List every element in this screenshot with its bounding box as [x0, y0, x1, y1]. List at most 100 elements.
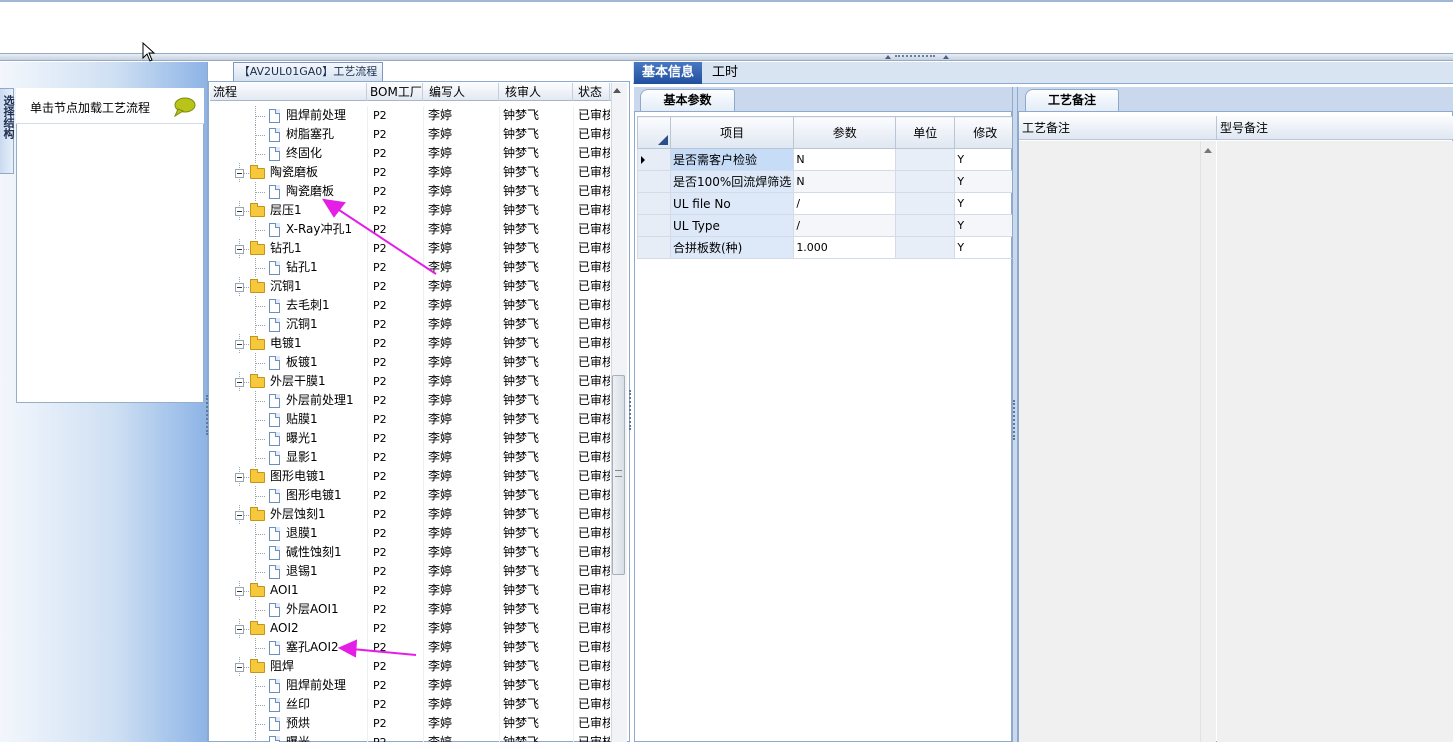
params-row[interactable]: 是否需客户检验 N Y: [637, 148, 1017, 171]
tree-step-row[interactable]: 钻孔1 P2 李婷 钟梦飞 已审核: [210, 258, 610, 277]
tree-step-row[interactable]: 阻焊前处理 P2 李婷 钟梦飞 已审核: [210, 676, 610, 695]
tree-step-row[interactable]: 陶瓷磨板 P2 李婷 钟梦飞 已审核: [210, 182, 610, 201]
tree-step-row[interactable]: 外层AOI1 P2 李婷 钟梦飞 已审核: [210, 600, 610, 619]
param-value-cell[interactable]: N: [793, 148, 897, 171]
tree-step-row[interactable]: 贴膜1 P2 李婷 钟梦飞 已审核: [210, 410, 610, 429]
scroll-up-icon[interactable]: [1204, 148, 1212, 153]
tab-basic-params[interactable]: 基本参数: [640, 89, 735, 111]
scroll-up-icon[interactable]: [613, 88, 621, 93]
param-unit-cell[interactable]: [895, 192, 956, 215]
mid-splitter-grip-icon[interactable]: [629, 390, 632, 430]
tree-step-row[interactable]: 丝印 P2 李婷 钟梦飞 已审核: [210, 695, 610, 714]
splitter-arrow-icon[interactable]: [943, 55, 949, 59]
collapse-toggle-icon[interactable]: [235, 245, 244, 254]
column-header-reviewer[interactable]: 核审人: [499, 83, 573, 101]
notes-splitter-grip-icon[interactable]: [1013, 400, 1016, 440]
splitter-grip-icon[interactable]: [895, 55, 935, 58]
params-rows[interactable]: 是否需客户检验 N Y 是否100%回流焊筛选 N Y UL file No / Y UL Typ…: [637, 148, 1017, 259]
tree-step-row[interactable]: 碱性蚀刻1 P2 李婷 钟梦飞 已审核: [210, 543, 610, 562]
param-modify-cell[interactable]: Y: [954, 148, 1017, 171]
tree-step-row[interactable]: 图形电镀1 P2 李婷 钟梦飞 已审核: [210, 486, 610, 505]
collapse-toggle-icon[interactable]: [235, 340, 244, 349]
row-header[interactable]: [637, 214, 671, 237]
tree-step-row[interactable]: 显影1 P2 李婷 钟梦飞 已审核: [210, 448, 610, 467]
params-grid[interactable]: 项目 参数 单位 修改 是否需客户检验 N Y 是否100%回流焊筛选 N Y UL fil…: [637, 116, 1017, 259]
collapse-toggle-icon[interactable]: [235, 169, 244, 178]
row-header[interactable]: [637, 148, 671, 171]
tree-step-row[interactable]: 板镀1 P2 李婷 钟梦飞 已审核: [210, 353, 610, 372]
grid-corner[interactable]: [637, 116, 671, 149]
column-header-modify[interactable]: 修改: [954, 116, 1017, 149]
tree-step-row[interactable]: 曝光1 P2 李婷 钟梦飞 已审核: [210, 429, 610, 448]
param-unit-cell[interactable]: [895, 170, 956, 193]
column-header-model-notes[interactable]: 型号备注: [1217, 116, 1453, 140]
collapse-toggle-icon[interactable]: [235, 378, 244, 387]
tree-step-row[interactable]: 曝光 P2 李婷 钟梦飞 已审核: [210, 733, 610, 742]
splitter-arrow-icon[interactable]: [885, 55, 891, 59]
tree-step-row[interactable]: X-Ray冲孔1 P2 李婷 钟梦飞 已审核: [210, 220, 610, 239]
tree-group-row[interactable]: 阻焊 P2 李婷 钟梦飞 已审核: [210, 657, 610, 676]
row-header[interactable]: [637, 236, 671, 259]
param-unit-cell[interactable]: [895, 236, 956, 259]
row-header[interactable]: [637, 192, 671, 215]
process-tree[interactable]: 阻焊前处理 P2 李婷 钟梦飞 已审核 树脂塞孔 P2 李婷 钟梦飞 已审核 终固化 P2 李婷 钟梦飞已…: [210, 103, 610, 742]
tree-step-row[interactable]: 退膜1 P2 李婷 钟梦飞 已审核: [210, 524, 610, 543]
row-header[interactable]: [637, 170, 671, 193]
column-header-bom-factory[interactable]: BOM工厂: [367, 83, 423, 101]
tree-step-row[interactable]: 沉铜1 P2 李婷 钟梦飞 已审核: [210, 315, 610, 334]
process-notes-field[interactable]: [1019, 141, 1216, 742]
tree-step-row[interactable]: 塞孔AOI2 P2 李婷 钟梦飞 已审核: [210, 638, 610, 657]
param-unit-cell[interactable]: [895, 214, 956, 237]
param-value-cell[interactable]: N: [793, 170, 897, 193]
column-header-param[interactable]: 参数: [793, 116, 897, 149]
tree-step-row[interactable]: 去毛刺1 P2 李婷 钟梦飞 已审核: [210, 296, 610, 315]
params-row[interactable]: UL file No / Y: [637, 192, 1017, 215]
tab-basic-info[interactable]: 基本信息: [634, 62, 703, 84]
tab-process-notes[interactable]: 工艺备注: [1025, 89, 1119, 111]
param-modify-cell[interactable]: Y: [954, 236, 1017, 259]
collapse-toggle-icon[interactable]: [235, 587, 244, 596]
collapse-toggle-icon[interactable]: [235, 473, 244, 482]
collapse-toggle-icon[interactable]: [235, 511, 244, 520]
param-value-cell[interactable]: 1.000: [793, 236, 897, 259]
tree-group-row[interactable]: 陶瓷磨板 P2 李婷 钟梦飞 已审核: [210, 163, 610, 182]
params-row[interactable]: 合拼板数(种) 1.000 Y: [637, 236, 1017, 259]
tree-group-row[interactable]: 外层蚀刻1 P2 李婷 钟梦飞 已审核: [210, 505, 610, 524]
tree-group-row[interactable]: 钻孔1 P2 李婷 钟梦飞 已审核: [210, 239, 610, 258]
tree-step-row[interactable]: 终固化 P2 李婷 钟梦飞 已审核: [210, 144, 610, 163]
model-notes-field[interactable]: [1217, 141, 1453, 742]
param-modify-cell[interactable]: Y: [954, 214, 1017, 237]
tree-step-row[interactable]: 预烘 P2 李婷 钟梦飞 已审核: [210, 714, 610, 733]
column-header-status[interactable]: 状态: [573, 83, 610, 101]
tree-group-row[interactable]: 电镀1 P2 李婷 钟梦飞 已审核: [210, 334, 610, 353]
tree-group-row[interactable]: AOI2 P2 李婷 钟梦飞 已审核: [210, 619, 610, 638]
tree-step-row[interactable]: 退锡1 P2 李婷 钟梦飞 已审核: [210, 562, 610, 581]
column-header-writer[interactable]: 编写人: [423, 83, 499, 101]
tab-work-hours[interactable]: 工时: [704, 62, 746, 84]
column-header-item[interactable]: 项目: [669, 116, 795, 149]
column-header-process-notes[interactable]: 工艺备注: [1019, 116, 1217, 140]
collapse-toggle-icon[interactable]: [235, 283, 244, 292]
column-header-flow[interactable]: 流程: [210, 83, 367, 101]
tree-step-row[interactable]: 树脂塞孔 P2 李婷 钟梦飞 已审核: [210, 125, 610, 144]
tree-group-row[interactable]: AOI1 P2 李婷 钟梦飞 已审核: [210, 581, 610, 600]
tree-step-row[interactable]: 外层前处理1 P2 李婷 钟梦飞 已审核: [210, 391, 610, 410]
tree-step-row[interactable]: 阻焊前处理 P2 李婷 钟梦飞 已审核: [210, 106, 610, 125]
tree-group-row[interactable]: 层压1 P2 李婷 钟梦飞 已审核: [210, 201, 610, 220]
horizontal-splitter[interactable]: [0, 53, 1453, 61]
tree-group-row[interactable]: 外层干膜1 P2 李婷 钟梦飞 已审核: [210, 372, 610, 391]
params-row[interactable]: UL Type / Y: [637, 214, 1017, 237]
tree-group-row[interactable]: 图形电镀1 P2 李婷 钟梦飞 已审核: [210, 467, 610, 486]
notes-scrollbar[interactable]: [1200, 141, 1216, 742]
param-modify-cell[interactable]: Y: [954, 170, 1017, 193]
structure-vertical-tab[interactable]: 选择结构: [0, 88, 15, 174]
param-value-cell[interactable]: /: [793, 192, 897, 215]
collapse-toggle-icon[interactable]: [235, 207, 244, 216]
tree-group-row[interactable]: 沉铜1 P2 李婷 钟梦飞 已审核: [210, 277, 610, 296]
structure-tree-box[interactable]: [16, 88, 204, 403]
param-unit-cell[interactable]: [895, 148, 956, 171]
speech-bubble-icon[interactable]: [172, 97, 196, 117]
param-modify-cell[interactable]: Y: [954, 192, 1017, 215]
params-row[interactable]: 是否100%回流焊筛选 N Y: [637, 170, 1017, 193]
collapse-toggle-icon[interactable]: [235, 663, 244, 672]
